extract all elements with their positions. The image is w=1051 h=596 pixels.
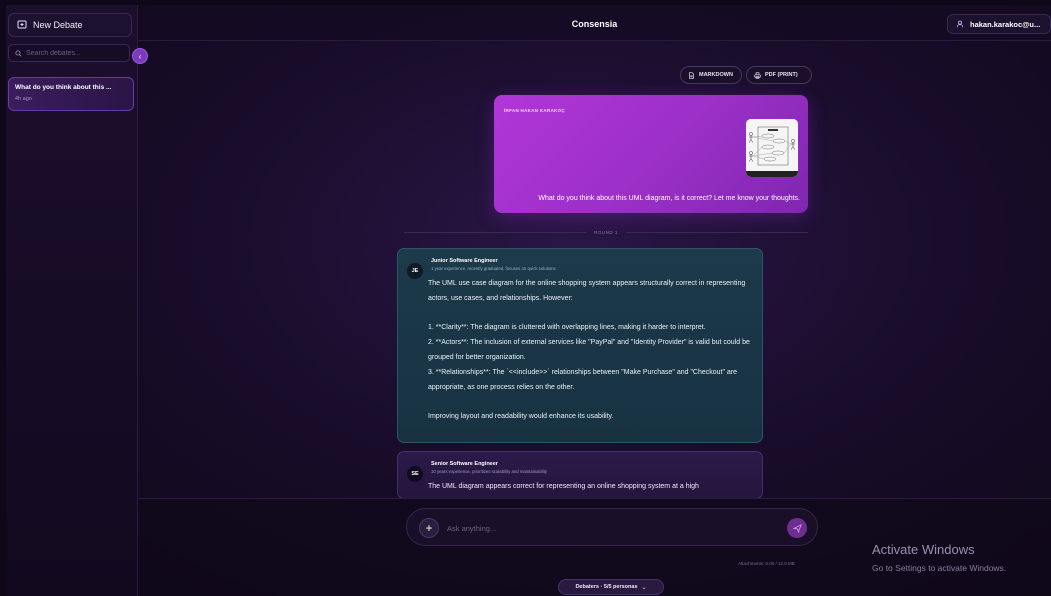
document-icon	[689, 71, 694, 79]
agent-avatar: JE	[407, 263, 423, 279]
agent-response-text: The UML diagram appears correct for repr…	[428, 483, 699, 490]
debaters-selector[interactable]: Debaters · 5/5 personas ⌄	[558, 579, 664, 595]
round-label: ROUND 1	[594, 229, 618, 235]
export-markdown-button[interactable]: MARKDOWN	[680, 66, 742, 84]
composer: +	[406, 508, 818, 546]
agent-response-text: The UML use case diagram for the online …	[428, 280, 750, 421]
chevron-down-icon: ⌄	[641, 584, 647, 591]
search-icon	[15, 49, 22, 57]
send-button[interactable]	[787, 518, 807, 538]
agent-avatar: SE	[407, 466, 423, 482]
new-chat-icon	[17, 20, 27, 29]
activate-windows-subtitle: Go to Settings to activate Windows.	[872, 563, 1007, 573]
attachments-usage: Attachments: 0.00 / 12.0 MB	[738, 561, 795, 566]
message-input[interactable]	[447, 521, 747, 535]
agent-response-card: SE Senior Software Engineer 10 years exp…	[397, 451, 763, 499]
app-window: New Debate What do you think about this …	[6, 5, 1051, 596]
agent-response-card: JE Junior Software Engineer 1 year exper…	[397, 248, 763, 443]
chevron-left-icon: ‹	[138, 51, 142, 61]
user-icon	[956, 20, 964, 28]
user-email: hakan.karakoc@u...	[970, 19, 1041, 29]
search-box[interactable]	[8, 44, 130, 62]
history-item[interactable]: What do you think about this ... 4h ago	[8, 77, 134, 111]
agent-description: 1 year experience, recently graduated, f…	[431, 266, 556, 271]
history-item-time: 4h ago	[15, 96, 32, 102]
agent-name: Junior Software Engineer	[431, 258, 498, 264]
top-bar: Consensia hakan.karakoc@u...	[138, 5, 1051, 41]
user-menu-button[interactable]: hakan.karakoc@u...	[947, 14, 1051, 34]
markdown-label: MARKDOWN	[699, 72, 733, 78]
message-text: What do you think about this UML diagram…	[538, 195, 800, 202]
collapse-sidebar-button[interactable]: ‹	[132, 48, 148, 64]
agent-name: Senior Software Engineer	[431, 461, 498, 467]
app-title: Consensia	[571, 19, 618, 29]
divider-line	[625, 231, 809, 233]
agent-description: 10 years experience, prioritizes scalabi…	[431, 469, 548, 474]
uml-diagram-thumbnail[interactable]	[746, 119, 798, 177]
new-debate-label: New Debate	[33, 20, 83, 30]
debaters-label: Debaters · 5/5 personas	[575, 584, 638, 590]
activate-windows-title: Activate Windows	[872, 542, 975, 557]
new-debate-button[interactable]: New Debate	[8, 13, 132, 37]
divider-line	[404, 231, 587, 233]
uml-diagram-image	[746, 119, 798, 177]
sidebar: New Debate What do you think about this …	[6, 5, 138, 596]
printer-icon	[754, 71, 761, 79]
user-message: İRFAN HAKAN KARAKOÇ What do you think ab…	[494, 95, 808, 213]
pdf-label: PDF (PRINT)	[765, 72, 798, 78]
message-author: İRFAN HAKAN KARAKOÇ	[504, 108, 565, 113]
history-item-title: What do you think about this ...	[15, 84, 112, 91]
export-pdf-button[interactable]: PDF (PRINT)	[746, 66, 812, 84]
search-input[interactable]	[26, 49, 126, 57]
add-attachment-button[interactable]: +	[419, 518, 439, 538]
send-icon	[792, 523, 802, 533]
round-divider: ROUND 1	[404, 227, 809, 237]
plus-icon: +	[425, 521, 433, 535]
